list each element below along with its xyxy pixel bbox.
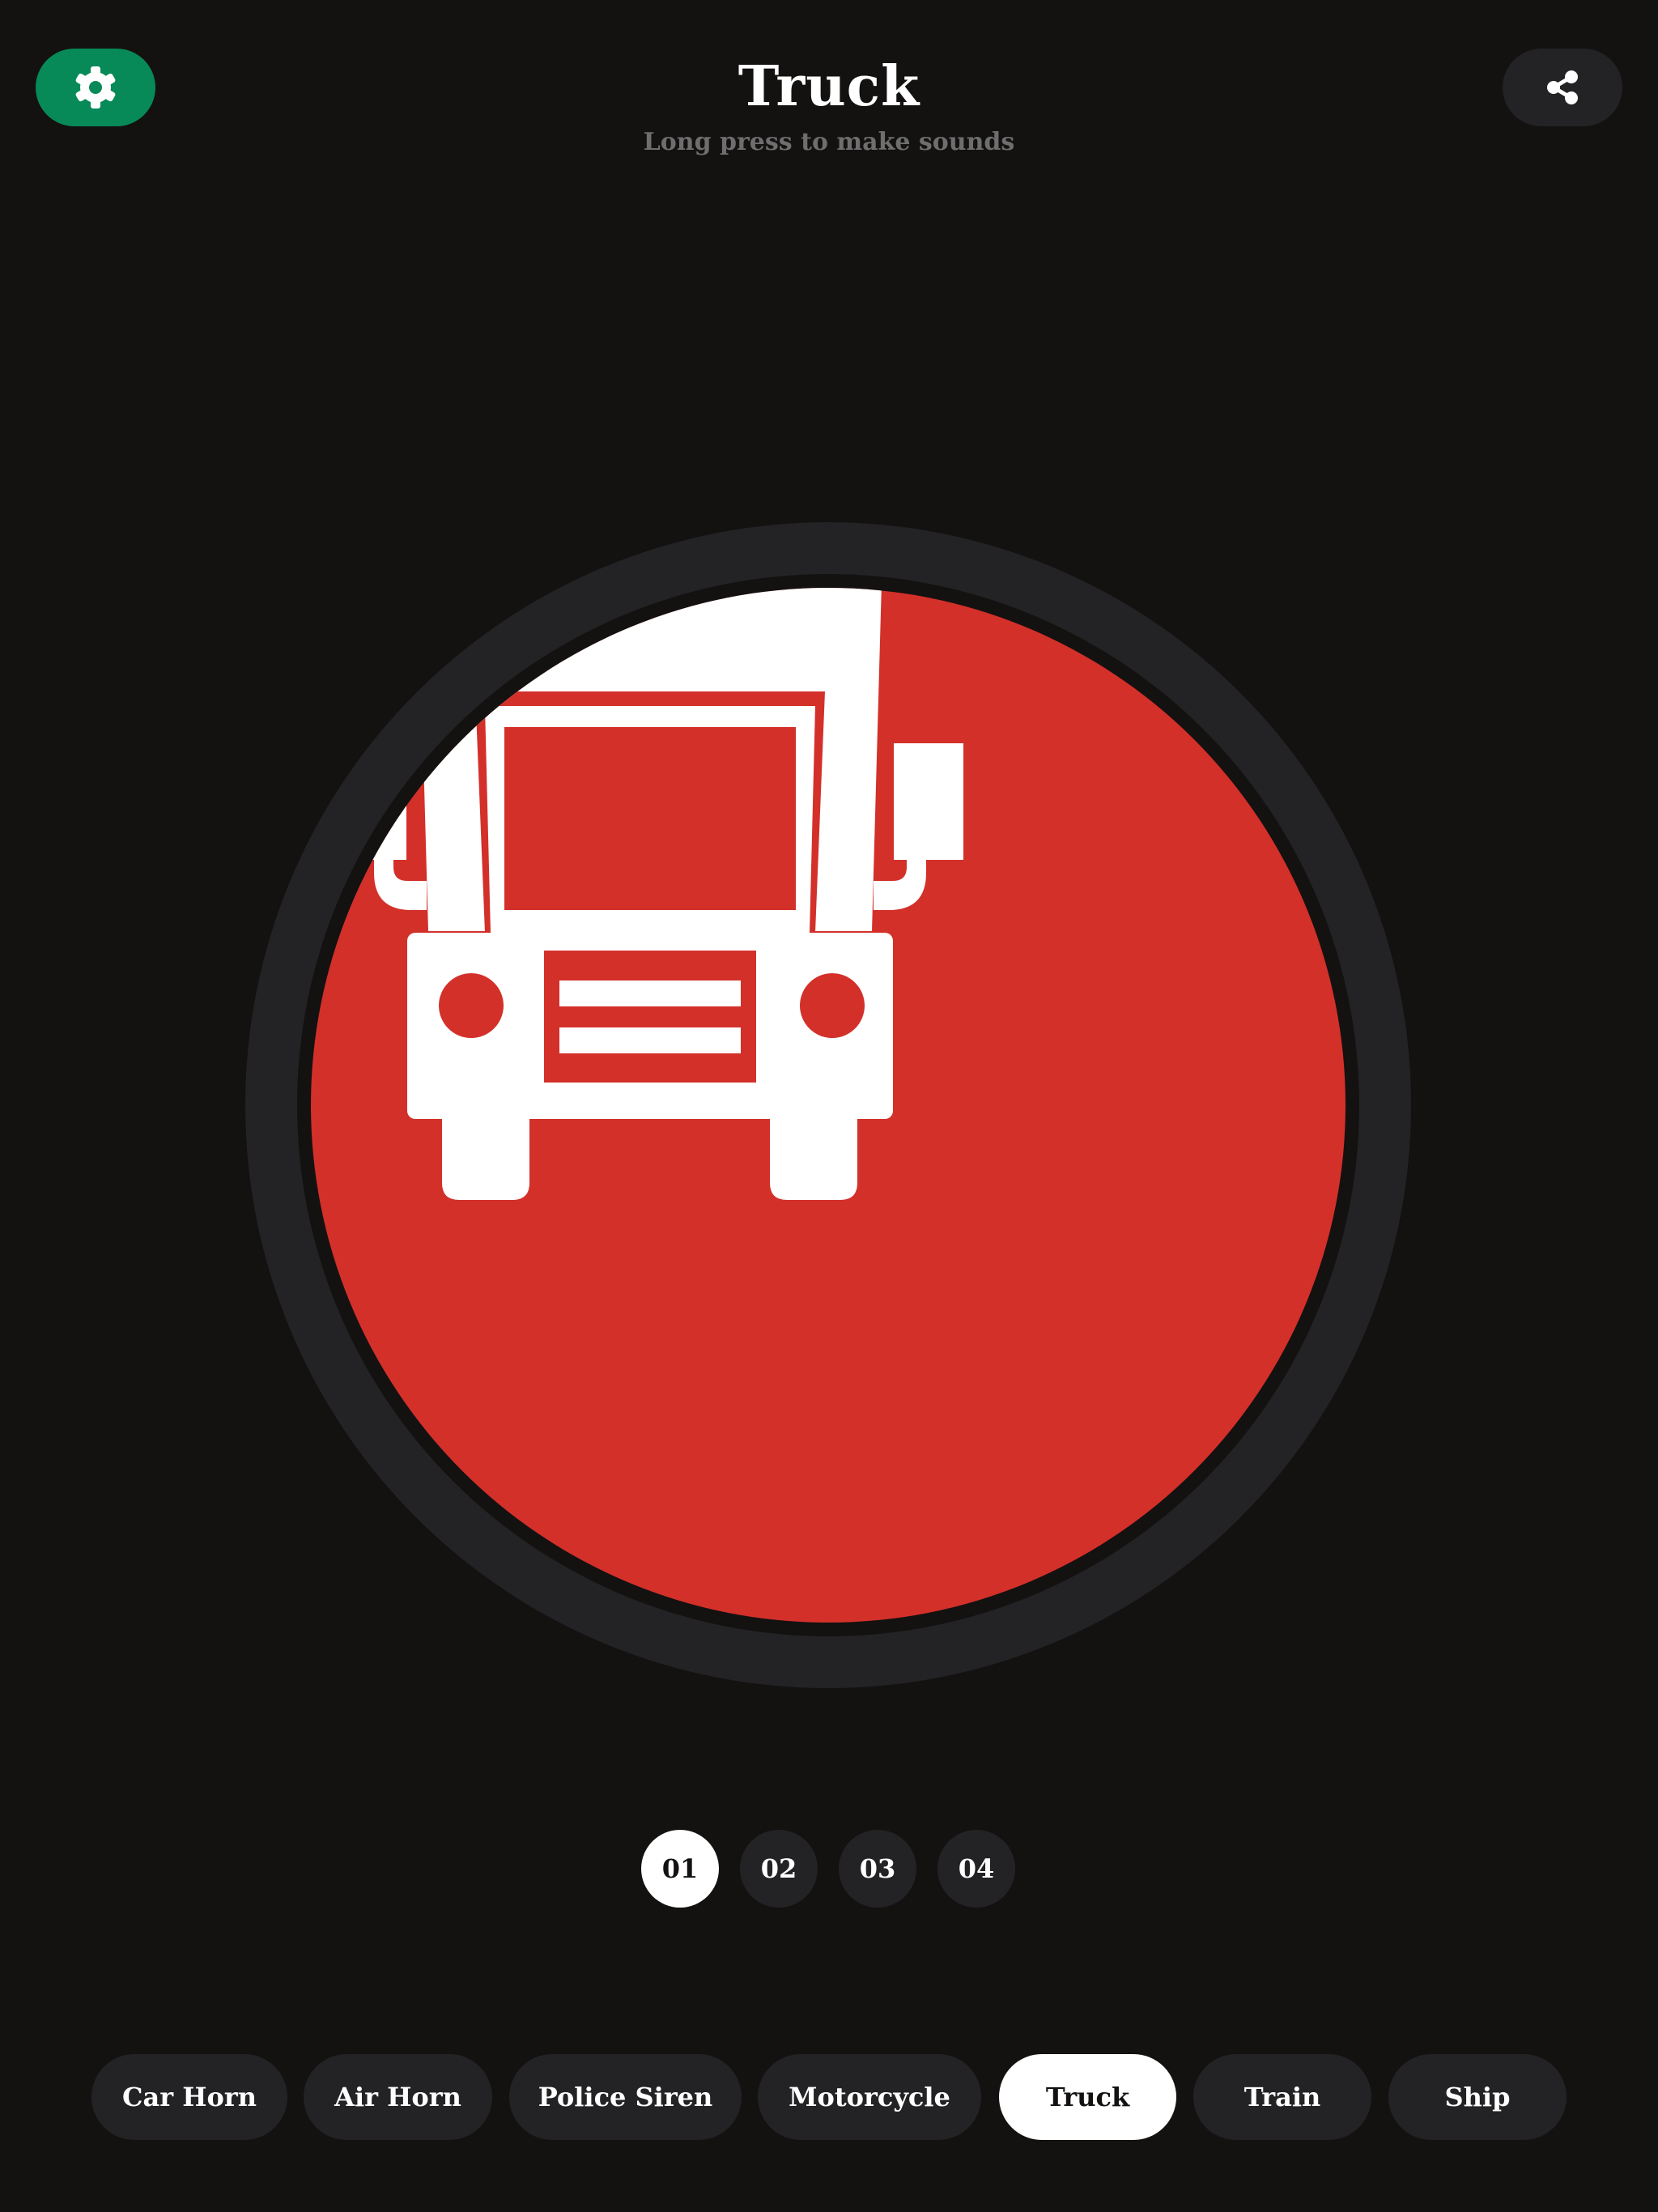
category-car-horn[interactable]: Car Horn [91,2054,287,2140]
variant-02-button[interactable]: 02 [740,1830,818,1908]
sound-play-button[interactable] [245,522,1411,1688]
category-truck[interactable]: Truck [999,2054,1176,2140]
category-bar: Car Horn Air Horn Police Siren Motorcycl… [0,2054,1658,2140]
variant-03-button[interactable]: 03 [839,1830,916,1908]
variant-04-button[interactable]: 04 [937,1830,1015,1908]
page-title: Truck [738,54,920,119]
category-train[interactable]: Train [1193,2054,1371,2140]
category-motorcycle[interactable]: Motorcycle [758,2054,981,2140]
app-screen: Truck Long press to make sounds 01 02 03… [0,0,1658,2212]
share-button[interactable] [1503,49,1622,126]
sound-variant-selector: 01 02 03 04 [0,1830,1658,1908]
category-ship[interactable]: Ship [1388,2054,1567,2140]
sound-button-face [311,588,1346,1623]
category-air-horn[interactable]: Air Horn [304,2054,492,2140]
variant-01-button[interactable]: 01 [641,1830,719,1908]
page-subtitle: Long press to make sounds [643,128,1015,156]
share-icon [1547,70,1578,104]
truck-icon [337,588,963,1200]
category-police-siren[interactable]: Police Siren [509,2054,742,2140]
